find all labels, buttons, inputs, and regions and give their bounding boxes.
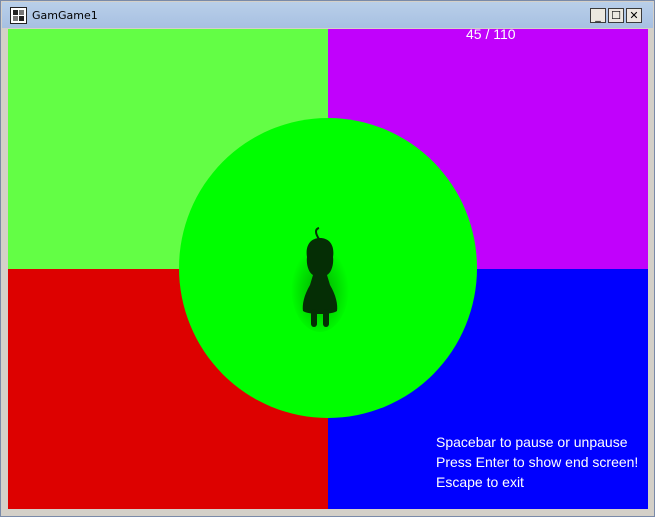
close-button[interactable]: ✕ — [626, 8, 642, 23]
girl-silhouette-icon — [291, 227, 349, 332]
game-canvas[interactable]: 45 / 110 Spacebar to pause or unpause Pr… — [8, 29, 648, 509]
window-title: GamGame1 — [32, 9, 98, 22]
score-counter: 45 / 110 — [466, 29, 516, 42]
hint-exit: Escape to exit — [436, 474, 524, 490]
title-bar[interactable]: GamGame1 _ ☐ ✕ — [2, 2, 653, 28]
hint-end-screen: Press Enter to show end screen! — [436, 454, 639, 470]
hint-pause: Spacebar to pause or unpause — [436, 434, 628, 450]
app-icon — [10, 7, 27, 24]
app-window: GamGame1 _ ☐ ✕ 45 / 110 Spacebar to paus… — [0, 0, 655, 517]
maximize-button[interactable]: ☐ — [608, 8, 624, 23]
minimize-button[interactable]: _ — [590, 8, 606, 23]
